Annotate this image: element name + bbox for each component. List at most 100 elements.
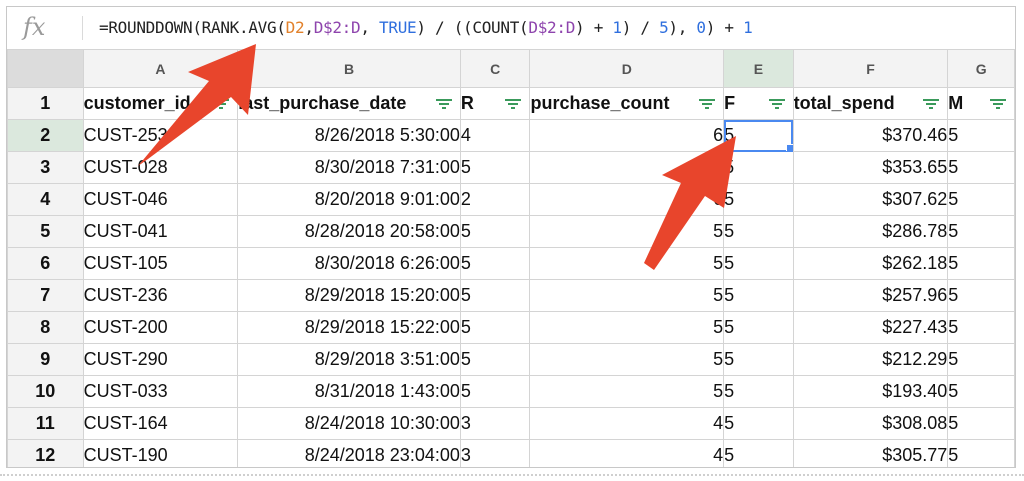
cell-last-purchase-date[interactable]: 8/31/2018 1:43:00 bbox=[237, 375, 461, 408]
cell-r[interactable]: 3 bbox=[459, 439, 531, 467]
cell-last-purchase-date[interactable]: 8/26/2018 5:30:00 bbox=[237, 119, 461, 152]
header-cell-f[interactable]: F bbox=[723, 87, 794, 120]
row-header[interactable]: 6 bbox=[7, 247, 84, 280]
cell-purchase-count[interactable]: 5 bbox=[529, 311, 725, 344]
column-header-g[interactable]: G bbox=[947, 49, 1015, 88]
cell-total-spend[interactable]: $262.18 bbox=[792, 247, 949, 280]
cell-last-purchase-date[interactable]: 8/29/2018 15:20:00 bbox=[237, 279, 461, 312]
row-header[interactable]: 2 bbox=[7, 119, 84, 152]
cell-f[interactable]: 5 bbox=[723, 311, 794, 344]
cell-f[interactable]: 5 bbox=[723, 215, 794, 248]
cell-customer-id[interactable]: CUST-190 bbox=[82, 439, 239, 467]
cell-customer-id[interactable]: CUST-105 bbox=[82, 247, 239, 280]
filter-icon[interactable] bbox=[505, 99, 522, 109]
cell-purchase-count[interactable]: 5 bbox=[529, 215, 725, 248]
cell-r[interactable]: 3 bbox=[459, 407, 531, 440]
formula-input[interactable]: =ROUNDDOWN(RANK.AVG(D2,D$2:D, TRUE) / ((… bbox=[99, 18, 753, 37]
cell-purchase-count[interactable]: 4 bbox=[529, 439, 725, 467]
cell-purchase-count[interactable]: 5 bbox=[529, 343, 725, 376]
cell-r[interactable]: 5 bbox=[459, 311, 531, 344]
cell-m[interactable]: 5 bbox=[947, 343, 1015, 376]
cell-last-purchase-date[interactable]: 8/29/2018 15:22:00 bbox=[237, 311, 461, 344]
filter-icon[interactable] bbox=[923, 99, 940, 109]
cell-total-spend[interactable]: $286.78 bbox=[792, 215, 949, 248]
select-all-corner[interactable] bbox=[7, 49, 84, 88]
selected-cell[interactable]: 5 bbox=[723, 119, 794, 152]
header-cell-total-spend[interactable]: total_spend bbox=[792, 87, 949, 120]
cell-last-purchase-date[interactable]: 8/20/2018 9:01:00 bbox=[237, 183, 461, 216]
row-header[interactable]: 5 bbox=[7, 215, 84, 248]
cell-m[interactable]: 5 bbox=[947, 439, 1015, 467]
cell-total-spend[interactable]: $257.96 bbox=[792, 279, 949, 312]
header-cell-last-purchase-date[interactable]: last_purchase_date bbox=[237, 87, 461, 120]
cell-r[interactable]: 5 bbox=[459, 375, 531, 408]
row-header[interactable]: 1 bbox=[7, 87, 84, 120]
cell-f[interactable]: 5 bbox=[723, 247, 794, 280]
row-header[interactable]: 10 bbox=[7, 375, 84, 408]
cell-purchase-count[interactable]: 4 bbox=[529, 407, 725, 440]
column-header-e[interactable]: E bbox=[723, 49, 794, 88]
cell-customer-id[interactable]: CUST-028 bbox=[82, 151, 239, 184]
cell-f[interactable]: 5 bbox=[723, 151, 794, 184]
cell-purchase-count[interactable]: 5 bbox=[529, 375, 725, 408]
header-cell-purchase-count[interactable]: purchase_count bbox=[529, 87, 725, 120]
filter-icon[interactable] bbox=[435, 99, 452, 109]
cell-purchase-count[interactable]: 6 bbox=[529, 151, 725, 184]
cell-m[interactable]: 5 bbox=[947, 247, 1015, 280]
header-cell-r[interactable]: R bbox=[459, 87, 531, 120]
cell-total-spend[interactable]: $193.40 bbox=[792, 375, 949, 408]
cell-last-purchase-date[interactable]: 8/24/2018 10:30:00 bbox=[237, 407, 461, 440]
cell-m[interactable]: 5 bbox=[947, 151, 1015, 184]
cell-customer-id[interactable]: CUST-200 bbox=[82, 311, 239, 344]
cell-f[interactable]: 5 bbox=[723, 343, 794, 376]
cell-purchase-count[interactable]: 6 bbox=[529, 119, 725, 152]
cell-total-spend[interactable]: $307.62 bbox=[792, 183, 949, 216]
cell-r[interactable]: 5 bbox=[459, 151, 531, 184]
cell-r[interactable]: 5 bbox=[459, 215, 531, 248]
cell-f[interactable]: 5 bbox=[723, 279, 794, 312]
cell-total-spend[interactable]: $370.46 bbox=[792, 119, 949, 152]
cell-last-purchase-date[interactable]: 8/30/2018 6:26:00 bbox=[237, 247, 461, 280]
column-header-a[interactable]: A bbox=[82, 49, 239, 88]
cell-m[interactable]: 5 bbox=[947, 119, 1015, 152]
cell-purchase-count[interactable]: 5 bbox=[529, 279, 725, 312]
cell-purchase-count[interactable]: 6 bbox=[529, 183, 725, 216]
column-header-b[interactable]: B bbox=[237, 49, 461, 88]
row-header[interactable]: 7 bbox=[7, 279, 84, 312]
cell-last-purchase-date[interactable]: 8/30/2018 7:31:00 bbox=[237, 151, 461, 184]
cell-m[interactable]: 5 bbox=[947, 375, 1015, 408]
cell-f[interactable]: 5 bbox=[723, 183, 794, 216]
cell-total-spend[interactable]: $305.77 bbox=[792, 439, 949, 467]
row-header[interactable]: 9 bbox=[7, 343, 84, 376]
cell-total-spend[interactable]: $308.08 bbox=[792, 407, 949, 440]
row-header[interactable]: 3 bbox=[7, 151, 84, 184]
column-header-c[interactable]: C bbox=[459, 49, 531, 88]
cell-m[interactable]: 5 bbox=[947, 183, 1015, 216]
filter-icon[interactable] bbox=[768, 99, 785, 109]
cell-r[interactable]: 5 bbox=[459, 247, 531, 280]
cell-last-purchase-date[interactable]: 8/29/2018 3:51:00 bbox=[237, 343, 461, 376]
cell-r[interactable]: 5 bbox=[459, 343, 531, 376]
fill-handle[interactable] bbox=[785, 144, 793, 151]
cell-r[interactable]: 5 bbox=[459, 279, 531, 312]
cell-f[interactable]: 5 bbox=[723, 407, 794, 440]
row-header[interactable]: 12 bbox=[7, 439, 84, 467]
cell-customer-id[interactable]: CUST-046 bbox=[82, 183, 239, 216]
cell-total-spend[interactable]: $353.65 bbox=[792, 151, 949, 184]
header-cell-m[interactable]: M bbox=[947, 87, 1015, 120]
column-header-d[interactable]: D bbox=[529, 49, 725, 88]
row-header[interactable]: 4 bbox=[7, 183, 84, 216]
cell-customer-id[interactable]: CUST-290 bbox=[82, 343, 239, 376]
cell-r[interactable]: 4 bbox=[459, 119, 531, 152]
cell-customer-id[interactable]: CUST-253 bbox=[82, 119, 239, 152]
cell-purchase-count[interactable]: 5 bbox=[529, 247, 725, 280]
row-header[interactable]: 11 bbox=[7, 407, 84, 440]
cell-r[interactable]: 2 bbox=[459, 183, 531, 216]
cell-m[interactable]: 5 bbox=[947, 407, 1015, 440]
cell-last-purchase-date[interactable]: 8/28/2018 20:58:00 bbox=[237, 215, 461, 248]
row-header[interactable]: 8 bbox=[7, 311, 84, 344]
header-cell-customer-id[interactable]: customer_id bbox=[82, 87, 239, 120]
cell-total-spend[interactable]: $227.43 bbox=[792, 311, 949, 344]
column-header-f[interactable]: F bbox=[792, 49, 949, 88]
cell-f[interactable]: 5 bbox=[723, 375, 794, 408]
